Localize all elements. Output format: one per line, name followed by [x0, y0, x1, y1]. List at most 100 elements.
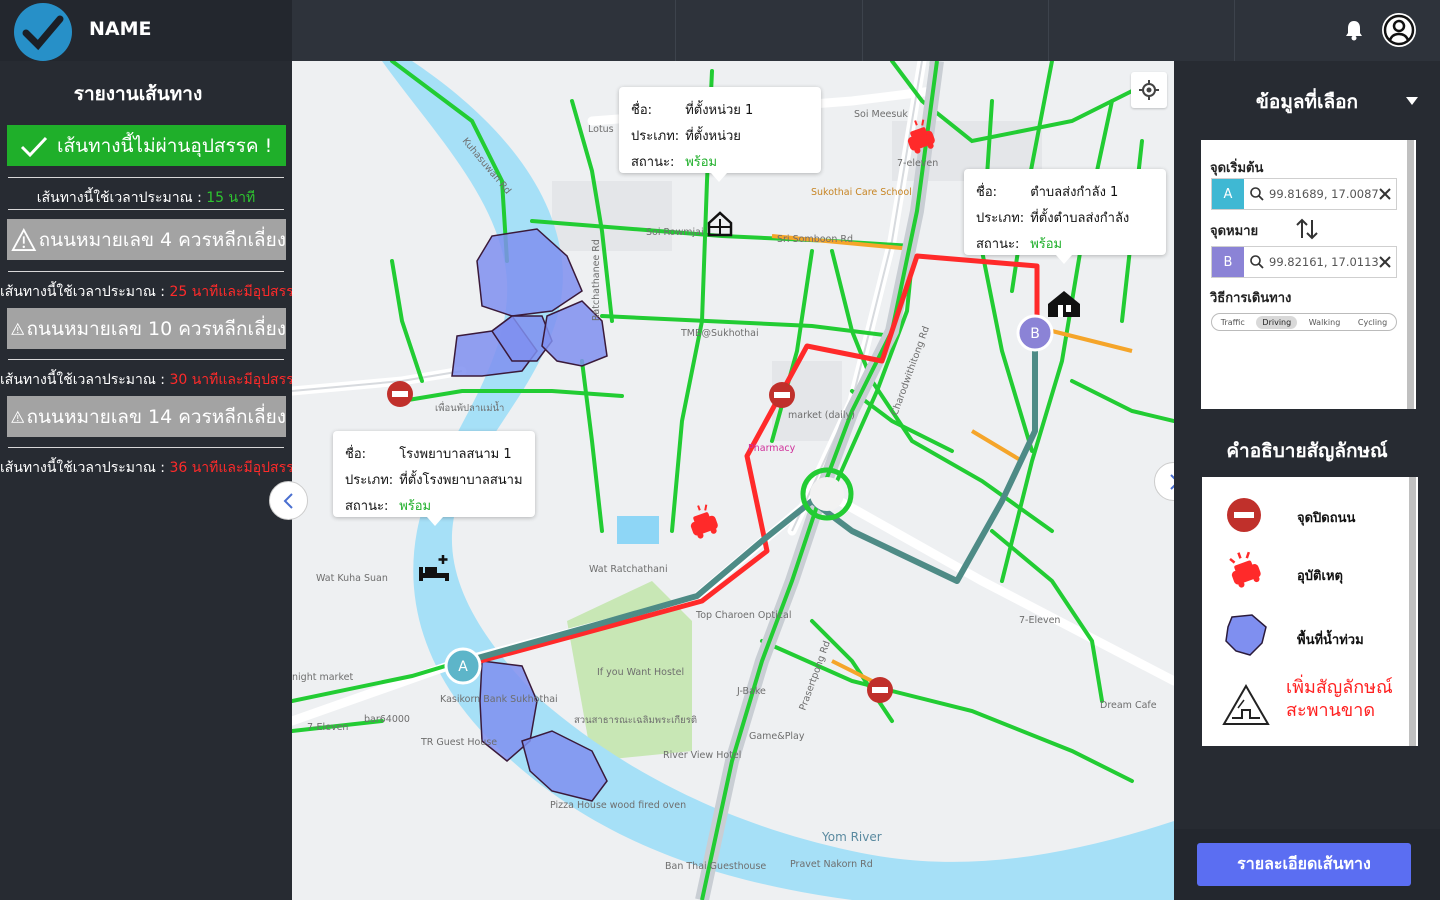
warning-text: ถนนหมายเลข 10 ควรหลีกเลี่ยง [26, 317, 286, 340]
mode-cycling[interactable]: Cycling [1352, 316, 1393, 329]
legend-label: อุบัติเหตุ [1297, 569, 1343, 584]
time-value: 30 นาทีและมีอุปสรรค [169, 372, 303, 388]
warning-icon [11, 410, 25, 423]
map-label: Yom River [821, 830, 882, 844]
map-label: Wat Ratchathani [589, 564, 668, 575]
time-prefix: เส้นทางนี้ใช้เวลาประมาณ : [0, 460, 170, 476]
travel-mode-selector[interactable]: Traffic Driving Walking Cycling [1211, 313, 1397, 331]
map-label: Soi Meesuk [854, 109, 908, 120]
map-label: Pizza House wood fired oven [550, 800, 686, 811]
scrollbar-thumb[interactable] [1409, 477, 1416, 746]
divider [8, 447, 284, 448]
map-label: สวนสาธารณะเฉลิมพระเกียรติ [574, 714, 697, 726]
road-closed-icon[interactable] [769, 382, 795, 408]
map-label: Prasertpong Rd [797, 639, 832, 712]
user-avatar-icon[interactable] [1382, 13, 1416, 47]
map-view[interactable]: A B Soi Meesuk 7-eleven Sukothai Care Sc… [292, 61, 1174, 900]
panel-title: ข้อมูลที่เลือก [1255, 91, 1359, 113]
legend-title: คำอธิบายสัญลักษณ์ [1226, 440, 1388, 462]
mode-driving[interactable]: Driving [1256, 315, 1298, 329]
car-accident-icon [1229, 551, 1261, 588]
popup-label: ประเภท: [631, 129, 680, 144]
divider [862, 0, 863, 61]
start-label: จุดเริ่มต้น [1210, 161, 1264, 176]
map-label: Sri Somboon Rd [777, 234, 853, 245]
map-label: Ban Thai Guesthouse [665, 861, 766, 872]
end-point-field[interactable]: B 99.82161, 17.01133 [1211, 246, 1397, 278]
supply-point-popup[interactable]: ชื่อ: ตำบลส่งกำลัง 1 ประเภท: ที่ตั้งตำบลส่… [964, 169, 1166, 264]
map-label: Game&Play [749, 731, 805, 742]
swap-icon[interactable] [1294, 217, 1320, 241]
map-label: Pravet Nakorn Rd [790, 859, 873, 870]
no-obstacle-banner[interactable]: เส้นทางนี้ไม่ผ่านอุปสรรค ! [7, 125, 286, 166]
map-label: Top Charoen Optical [695, 610, 791, 621]
logo[interactable] [14, 3, 72, 61]
time-prefix: เส้นทางนี้ใช้เวลาประมาณ : [0, 372, 170, 388]
road-closed-icon[interactable] [387, 381, 413, 407]
popup-label: สถานะ: [631, 155, 675, 170]
time-prefix: เส้นทางนี้ใช้เวลาประมาณ : [0, 284, 170, 300]
map-label: 7-Eleven [1019, 615, 1060, 626]
popup-label: สถานะ: [976, 237, 1020, 252]
popup-status: พร้อม [685, 155, 718, 170]
warning-road-10[interactable]: ถนนหมายเลข 10 ควรหลีกเลี่ยง [7, 308, 286, 349]
car-accident-icon[interactable] [685, 501, 720, 540]
crosshair-icon [1139, 80, 1159, 100]
map-label: 7-Eleven [307, 722, 348, 733]
road-closed-icon[interactable] [867, 677, 893, 703]
divider [8, 359, 284, 360]
map-label: J-Bake [736, 686, 766, 697]
legend-label-line-1: เพิ่มสัญลักษณ์ [1286, 677, 1393, 698]
map-label: 7-eleven [897, 158, 938, 169]
popup-label: ชื่อ: [631, 103, 653, 118]
travel-mode-label: วิธีการเดินทาง [1210, 291, 1292, 306]
divider [1234, 0, 1235, 61]
collapse-left-panel-button[interactable] [269, 481, 308, 520]
mode-walking[interactable]: Walking [1303, 316, 1347, 329]
scrollbar-thumb[interactable] [1407, 140, 1414, 409]
map-label: River View Hotel [663, 750, 741, 761]
start-point-field[interactable]: A 99.81689, 17.00875 [1211, 178, 1397, 210]
popup-value: ที่ตั้งหน่วย [685, 129, 741, 144]
legend-label: จุดปิดถนน [1297, 511, 1356, 526]
map-label: Lotus [588, 124, 614, 135]
start-value: 99.81689, 17.00875 [1269, 187, 1378, 201]
check-logo-icon [22, 15, 64, 51]
warning-road-4[interactable]: ถนนหมายเลข 4 ควรหลีกเลี่ยง [7, 219, 286, 260]
route-time-3: เส้นทางนี้ใช้เวลาประมาณ : 30 นาทีและมีอุ… [0, 369, 303, 391]
dropdown-caret-icon[interactable] [1406, 97, 1418, 105]
end-value: 99.82161, 17.01133 [1269, 255, 1378, 269]
popup-status: พร้อม [399, 499, 432, 514]
divider [675, 0, 676, 61]
unit-location-icon[interactable] [707, 211, 733, 237]
mode-traffic[interactable]: Traffic [1215, 316, 1251, 329]
popup-value: ที่ตั้งโรงพยาบาลสนาม [399, 473, 523, 488]
unit-location-popup[interactable]: ชื่อ: ที่ตั้งหน่วย 1 ประเภท: ที่ตั้งหน่วย … [619, 87, 821, 182]
warning-text: ถนนหมายเลข 4 ควรหลีกเลี่ยง [38, 228, 286, 251]
flood-area-icon [1225, 614, 1267, 656]
chevron-left-icon [283, 492, 293, 509]
popup-label: ประเภท: [345, 473, 394, 488]
app-name: NAME [89, 18, 152, 40]
popup-label: สถานะ: [345, 499, 389, 514]
locate-me-button[interactable] [1131, 72, 1167, 108]
map-label: night market [292, 672, 353, 683]
popup-status: พร้อม [1030, 237, 1063, 252]
route-selection-card: จุดเริ่มต้น A 99.81689, 17.00875 จุดหมาย… [1201, 140, 1416, 409]
warning-road-14[interactable]: ถนนหมายเลข 14 ควรหลีกเลี่ยง [7, 396, 286, 437]
clear-icon[interactable] [1378, 187, 1392, 201]
map-label: Sukothai Care School [811, 187, 912, 198]
route-time-2: เส้นทางนี้ใช้เวลาประมาณ : 25 นาทีและมีอุ… [0, 281, 303, 303]
field-hospital-popup[interactable]: ชื่อ: โรงพยาบาลสนาม 1 ประเภท: ที่ตั้งโรงพย… [333, 431, 535, 526]
route-details-button[interactable]: รายละเอียดเส้นทาง [1197, 843, 1411, 886]
end-badge: B [1212, 247, 1244, 277]
notification-bell-icon[interactable] [1344, 19, 1364, 45]
selected-info-panel: ข้อมูลที่เลือก จุดเริ่มต้น A 99.81689, 1… [1174, 61, 1440, 900]
time-prefix: เส้นทางนี้ใช้เวลาประมาณ : [36, 190, 207, 206]
clear-icon[interactable] [1378, 255, 1392, 269]
route-time-1: เส้นทางนี้ใช้เวลาประมาณ : 15 นาที [0, 187, 292, 209]
time-value: 15 นาที [206, 190, 256, 206]
brand: NAME [0, 0, 292, 61]
supply-point-icon[interactable] [1048, 291, 1080, 317]
legend-label: เพิ่มสัญลักษณ์ สะพานขาด [1286, 676, 1393, 722]
